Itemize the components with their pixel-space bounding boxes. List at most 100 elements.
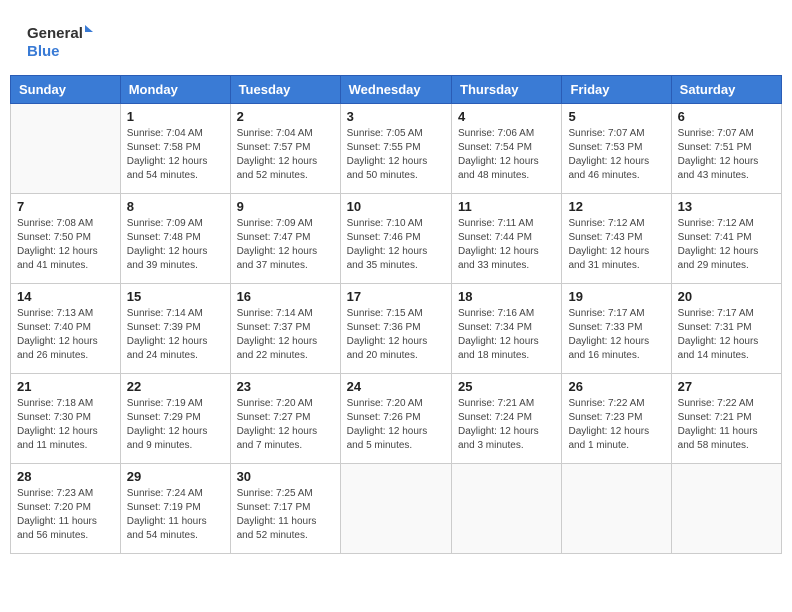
page-header: General Blue <box>10 10 782 70</box>
calendar-week-2: 7Sunrise: 7:08 AM Sunset: 7:50 PM Daylig… <box>11 194 782 284</box>
day-info: Sunrise: 7:10 AM Sunset: 7:46 PM Dayligh… <box>347 217 445 273</box>
day-info: Sunrise: 7:20 AM Sunset: 7:26 PM Dayligh… <box>347 397 445 453</box>
day-info: Sunrise: 7:21 AM Sunset: 7:24 PM Dayligh… <box>458 397 555 453</box>
day-info: Sunrise: 7:23 AM Sunset: 7:20 PM Dayligh… <box>17 487 114 543</box>
day-info: Sunrise: 7:24 AM Sunset: 7:19 PM Dayligh… <box>127 487 224 543</box>
calendar-cell: 23 Sunrise: 7:20 AM Sunset: 7:27 PM Dayli… <box>230 374 340 464</box>
calendar-cell: 13 Sunrise: 7:12 AM Sunset: 7:41 PM Dayli… <box>671 194 781 284</box>
calendar-cell: 1 Sunrise: 7:04 AM Sunset: 7:58 PM Daylig… <box>120 104 230 194</box>
day-info: Sunrise: 7:07 AM Sunset: 7:51 PM Dayligh… <box>678 127 775 183</box>
calendar-cell: 16 Sunrise: 7:14 AM Sunset: 7:37 PM Dayli… <box>230 284 340 374</box>
calendar-cell: 25 Sunrise: 7:21 AM Sunset: 7:24 PM Dayli… <box>452 374 562 464</box>
day-info: Sunrise: 7:13 AM Sunset: 7:40 PM Dayligh… <box>17 307 114 363</box>
day-info: Sunrise: 7:12 AM Sunset: 7:43 PM Dayligh… <box>568 217 664 273</box>
calendar-cell: 29 Sunrise: 7:24 AM Sunset: 7:19 PM Dayli… <box>120 464 230 554</box>
calendar-week-5: 28 Sunrise: 7:23 AM Sunset: 7:20 PM Dayli… <box>11 464 782 554</box>
calendar-cell: 3 Sunrise: 7:05 AM Sunset: 7:55 PM Daylig… <box>340 104 451 194</box>
day-number: 15 <box>127 289 224 304</box>
day-number: 21 <box>17 379 114 394</box>
calendar-cell: 17Sunrise: 7:15 AM Sunset: 7:36 PM Dayli… <box>340 284 451 374</box>
day-number: 10 <box>347 199 445 214</box>
calendar-cell <box>11 104 121 194</box>
day-info: Sunrise: 7:14 AM Sunset: 7:39 PM Dayligh… <box>127 307 224 363</box>
day-info: Sunrise: 7:17 AM Sunset: 7:33 PM Dayligh… <box>568 307 664 363</box>
day-info: Sunrise: 7:04 AM Sunset: 7:57 PM Dayligh… <box>237 127 334 183</box>
calendar-cell: 26 Sunrise: 7:22 AM Sunset: 7:23 PM Dayli… <box>562 374 671 464</box>
calendar-cell <box>562 464 671 554</box>
day-number: 20 <box>678 289 775 304</box>
calendar-cell: 20 Sunrise: 7:17 AM Sunset: 7:31 PM Dayli… <box>671 284 781 374</box>
column-header-wednesday: Wednesday <box>340 76 451 104</box>
day-info: Sunrise: 7:20 AM Sunset: 7:27 PM Dayligh… <box>237 397 334 453</box>
calendar-cell: 24 Sunrise: 7:20 AM Sunset: 7:26 PM Dayli… <box>340 374 451 464</box>
calendar-cell <box>452 464 562 554</box>
day-info: Sunrise: 7:05 AM Sunset: 7:55 PM Dayligh… <box>347 127 445 183</box>
day-number: 14 <box>17 289 114 304</box>
day-number: 30 <box>237 469 334 484</box>
calendar-cell: 11Sunrise: 7:11 AM Sunset: 7:44 PM Dayli… <box>452 194 562 284</box>
calendar-week-4: 21 Sunrise: 7:18 AM Sunset: 7:30 PM Dayli… <box>11 374 782 464</box>
day-info: Sunrise: 7:09 AM Sunset: 7:47 PM Dayligh… <box>237 217 334 273</box>
column-header-thursday: Thursday <box>452 76 562 104</box>
calendar-week-1: 1 Sunrise: 7:04 AM Sunset: 7:58 PM Daylig… <box>11 104 782 194</box>
day-number: 2 <box>237 109 334 124</box>
day-number: 22 <box>127 379 224 394</box>
calendar-cell: 14 Sunrise: 7:13 AM Sunset: 7:40 PM Dayli… <box>11 284 121 374</box>
day-number: 5 <box>568 109 664 124</box>
day-info: Sunrise: 7:14 AM Sunset: 7:37 PM Dayligh… <box>237 307 334 363</box>
day-number: 28 <box>17 469 114 484</box>
day-number: 8 <box>127 199 224 214</box>
day-info: Sunrise: 7:17 AM Sunset: 7:31 PM Dayligh… <box>678 307 775 363</box>
day-number: 4 <box>458 109 555 124</box>
calendar-cell: 10 Sunrise: 7:10 AM Sunset: 7:46 PM Dayli… <box>340 194 451 284</box>
calendar-cell: 21 Sunrise: 7:18 AM Sunset: 7:30 PM Dayli… <box>11 374 121 464</box>
day-number: 3 <box>347 109 445 124</box>
column-header-monday: Monday <box>120 76 230 104</box>
day-number: 13 <box>678 199 775 214</box>
calendar-cell: 4 Sunrise: 7:06 AM Sunset: 7:54 PM Daylig… <box>452 104 562 194</box>
day-number: 16 <box>237 289 334 304</box>
column-header-tuesday: Tuesday <box>230 76 340 104</box>
calendar-cell: 9 Sunrise: 7:09 AM Sunset: 7:47 PM Daylig… <box>230 194 340 284</box>
day-number: 12 <box>568 199 664 214</box>
day-info: Sunrise: 7:12 AM Sunset: 7:41 PM Dayligh… <box>678 217 775 273</box>
day-info: Sunrise: 7:25 AM Sunset: 7:17 PM Dayligh… <box>237 487 334 543</box>
day-number: 26 <box>568 379 664 394</box>
calendar-cell: 8 Sunrise: 7:09 AM Sunset: 7:48 PM Daylig… <box>120 194 230 284</box>
day-number: 9 <box>237 199 334 214</box>
day-number: 23 <box>237 379 334 394</box>
column-header-sunday: Sunday <box>11 76 121 104</box>
day-number: 1 <box>127 109 224 124</box>
day-number: 19 <box>568 289 664 304</box>
day-info: Sunrise: 7:22 AM Sunset: 7:23 PM Dayligh… <box>568 397 664 453</box>
day-number: 6 <box>678 109 775 124</box>
calendar-cell: 30 Sunrise: 7:25 AM Sunset: 7:17 PM Dayli… <box>230 464 340 554</box>
calendar-cell: 15 Sunrise: 7:14 AM Sunset: 7:39 PM Dayli… <box>120 284 230 374</box>
day-info: Sunrise: 7:15 AM Sunset: 7:36 PM Dayligh… <box>347 307 445 363</box>
day-info: Sunrise: 7:09 AM Sunset: 7:48 PM Dayligh… <box>127 217 224 273</box>
day-number: 25 <box>458 379 555 394</box>
calendar-cell: 6 Sunrise: 7:07 AM Sunset: 7:51 PM Daylig… <box>671 104 781 194</box>
calendar-cell: 22 Sunrise: 7:19 AM Sunset: 7:29 PM Dayli… <box>120 374 230 464</box>
day-number: 18 <box>458 289 555 304</box>
day-info: Sunrise: 7:22 AM Sunset: 7:21 PM Dayligh… <box>678 397 775 453</box>
day-info: Sunrise: 7:18 AM Sunset: 7:30 PM Dayligh… <box>17 397 114 453</box>
calendar-week-3: 14 Sunrise: 7:13 AM Sunset: 7:40 PM Dayli… <box>11 284 782 374</box>
calendar-cell: 19 Sunrise: 7:17 AM Sunset: 7:33 PM Dayli… <box>562 284 671 374</box>
day-number: 29 <box>127 469 224 484</box>
calendar-cell: 12 Sunrise: 7:12 AM Sunset: 7:43 PM Dayli… <box>562 194 671 284</box>
calendar-cell: 18Sunrise: 7:16 AM Sunset: 7:34 PM Dayli… <box>452 284 562 374</box>
calendar-header-row: SundayMondayTuesdayWednesdayThursdayFrid… <box>11 76 782 104</box>
day-number: 11 <box>458 199 555 214</box>
day-info: Sunrise: 7:19 AM Sunset: 7:29 PM Dayligh… <box>127 397 224 453</box>
calendar-cell <box>340 464 451 554</box>
day-number: 7 <box>17 199 114 214</box>
day-info: Sunrise: 7:06 AM Sunset: 7:54 PM Dayligh… <box>458 127 555 183</box>
svg-text:General: General <box>27 25 83 42</box>
logo: General Blue <box>25 20 95 65</box>
day-info: Sunrise: 7:04 AM Sunset: 7:58 PM Dayligh… <box>127 127 224 183</box>
logo-svg: General Blue <box>25 20 95 65</box>
day-number: 24 <box>347 379 445 394</box>
calendar-table: SundayMondayTuesdayWednesdayThursdayFrid… <box>10 75 782 554</box>
column-header-saturday: Saturday <box>671 76 781 104</box>
